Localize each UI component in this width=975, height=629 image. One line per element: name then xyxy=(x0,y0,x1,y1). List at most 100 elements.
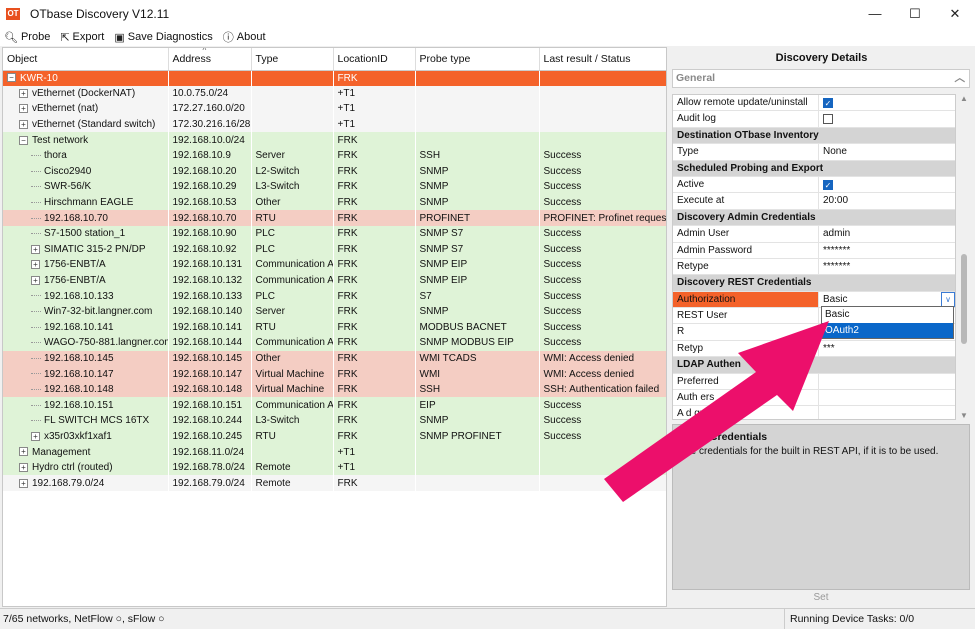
property-value[interactable]: admin xyxy=(819,226,955,241)
table-row[interactable]: 192.168.10.148 192.168.10.148 Virtual Mach… xyxy=(3,381,666,398)
table-row[interactable]: +1756-ENBT/A 192.168.10.131 Communication … xyxy=(3,257,666,273)
property-row[interactable]: Admin User admin xyxy=(673,226,955,243)
table-row[interactable]: − Test network 192.168.10.0/24 FRK xyxy=(3,132,666,148)
cell-status xyxy=(539,444,666,460)
expand-icon[interactable]: + xyxy=(31,431,40,441)
property-value[interactable]: ✓ xyxy=(819,95,955,110)
cell-address: 192.168.10.9 xyxy=(168,147,252,164)
property-value[interactable] xyxy=(819,374,955,389)
property-row[interactable]: Admin Password ******* xyxy=(673,242,955,259)
table-row[interactable]: + x35r03xkf1xaf1 192.168.10.245 RTU FRK SNMP … xyxy=(3,428,666,445)
checkbox-checked[interactable]: ✓ xyxy=(823,98,833,108)
about-button[interactable]: ⓘ About xyxy=(223,29,266,45)
property-value[interactable]: 20:00 xyxy=(819,193,955,208)
scroll-up-icon[interactable]: ▲ xyxy=(960,94,968,103)
table-row[interactable]: 192.168.10.141 192.168.10.141 RTU FRK MODBUS… xyxy=(3,319,666,336)
table-row[interactable]: + vEthernet (DockerNAT) 10.0.75.0/24 +T1 xyxy=(3,85,666,102)
expand-icon[interactable]: + xyxy=(31,244,40,254)
table-row[interactable]: SWR-56/K 192.168.10.29 L3-Switch FRK SNMP Suc… xyxy=(3,179,666,195)
table-row[interactable]: + vEthernet (nat) 172.27.160.0/20 +T1 xyxy=(3,101,666,117)
property-row[interactable]: Retype ******* xyxy=(673,258,955,276)
dropdown-option-oauth2[interactable]: OAuth2 xyxy=(822,322,953,338)
column-header-location[interactable]: LocationID xyxy=(333,48,416,71)
property-value[interactable]: Basic ∨ xyxy=(819,291,955,307)
table-row[interactable]: thora 192.168.10.9 Server FRK SSH Success xyxy=(3,147,666,164)
table-row[interactable]: + SIMATIC 315-2 PN/DP 192.168.10.92 PLC FRK S… xyxy=(3,241,666,258)
property-value[interactable] xyxy=(819,111,955,126)
property-row[interactable]: A d groups xyxy=(673,406,955,419)
table-row[interactable]: Win7-32-bit.langner.com 192.168.10.140 Ser… xyxy=(3,303,666,320)
property-value[interactable]: None xyxy=(819,144,955,159)
property-row[interactable]: Allow remote update/uninstall ✓ xyxy=(673,95,955,112)
expand-icon[interactable]: + xyxy=(19,119,28,129)
property-row[interactable]: Type None xyxy=(673,144,955,161)
table-row[interactable]: +192.168.79.0/24 192.168.79.0/24 Remote FRK xyxy=(3,475,666,492)
column-header-type[interactable]: Type xyxy=(251,48,334,71)
expand-icon[interactable]: + xyxy=(31,260,40,270)
property-row[interactable]: Retyp *** xyxy=(673,340,955,358)
checkbox-checked[interactable]: ✓ xyxy=(823,179,833,190)
table-row[interactable]: +1756-ENBT/A 192.168.10.132 Communication … xyxy=(3,272,666,289)
column-header-object[interactable]: Object xyxy=(3,48,169,71)
property-category[interactable]: Discovery REST Credentials xyxy=(673,275,955,292)
checkbox-unchecked[interactable] xyxy=(823,114,833,125)
property-category[interactable]: Scheduled Probing and Export xyxy=(673,160,955,177)
expand-icon[interactable]: + xyxy=(19,478,28,488)
tree-line xyxy=(31,170,41,172)
table-row[interactable]: WAGO-750-881.langner.com 192.168.10.144 Co… xyxy=(3,335,666,351)
dropdown-option-basic[interactable]: Basic xyxy=(822,307,953,323)
table-row[interactable]: FL SWITCH MCS 16TX 192.168.10.244 L3-Switc… xyxy=(3,413,666,429)
table-row[interactable]: Cisco2940 192.168.10.20 L2-Switch FRK SNMP Su… xyxy=(3,163,666,180)
property-value[interactable]: ******* xyxy=(819,243,955,258)
general-section-selector[interactable]: General ︿ xyxy=(672,69,970,88)
property-row[interactable]: Preferred xyxy=(673,373,955,391)
column-header-status[interactable]: Last result / Status xyxy=(539,48,666,71)
table-row[interactable]: + vEthernet (Standard switch) 172.30.216.1… xyxy=(3,116,666,133)
collapse-icon[interactable]: − xyxy=(7,73,16,83)
probe-button[interactable]: 🔍︎ Probe xyxy=(4,31,50,44)
table-row[interactable]: S7-1500 station_1 192.168.10.90 PLC FRK SNMP… xyxy=(3,225,666,242)
expand-icon[interactable]: + xyxy=(19,104,28,114)
table-row[interactable]: + Hydro ctrl (routed) 192.168.78.0/24 Remot… xyxy=(3,459,666,476)
expand-icon[interactable]: + xyxy=(19,447,28,457)
set-button[interactable]: Set xyxy=(672,592,970,606)
property-value-text: None xyxy=(823,146,847,158)
collapse-icon[interactable]: − xyxy=(19,135,28,145)
close-button[interactable]: ✕ xyxy=(935,0,975,28)
column-header-address[interactable]: Address ^ xyxy=(168,48,252,71)
property-value[interactable]: ******* xyxy=(819,259,955,274)
property-row[interactable]: Active ✓ xyxy=(673,176,955,194)
property-value[interactable] xyxy=(819,406,955,419)
expand-icon[interactable]: + xyxy=(19,463,28,472)
property-category[interactable]: LDAP Authen xyxy=(673,357,955,374)
property-value[interactable] xyxy=(819,390,955,405)
cell-object: + vEthernet (DockerNAT) xyxy=(3,85,169,102)
table-row[interactable]: + Management 192.168.11.0/24 +T1 xyxy=(3,444,666,460)
expand-icon[interactable]: + xyxy=(31,275,40,285)
cell-probe: SNMP S7 xyxy=(415,225,540,242)
property-scrollbar[interactable]: ▲ ▼ xyxy=(958,94,971,420)
property-row[interactable]: Auth ers xyxy=(673,390,955,407)
table-row[interactable]: Hirschmann EAGLE 192.168.10.53 Other FRK SNM… xyxy=(3,194,666,211)
expand-icon[interactable]: + xyxy=(19,88,28,98)
table-row[interactable]: 192.168.10.133 192.168.10.133 PLC FRK S7 Succ… xyxy=(3,288,666,304)
property-category[interactable]: Destination OTbase Inventory xyxy=(673,127,955,145)
table-row[interactable]: − KWR-10 FRK xyxy=(3,70,666,86)
property-value[interactable]: *** xyxy=(819,341,955,356)
minimize-button[interactable]: — xyxy=(855,0,895,28)
table-row[interactable]: 192.168.10.145 192.168.10.145 Other FRK WMI … xyxy=(3,350,666,367)
scrollbar-thumb[interactable] xyxy=(961,254,967,344)
scroll-down-icon[interactable]: ▼ xyxy=(960,411,968,420)
table-row[interactable]: 192.168.10.151 192.168.10.151 Communicatio… xyxy=(3,397,666,414)
property-value[interactable]: ✓ xyxy=(819,177,955,192)
column-header-probe-type[interactable]: Probe type xyxy=(415,48,540,71)
property-row[interactable]: Execute at 20:00 xyxy=(673,193,955,210)
maximize-button[interactable]: ☐ xyxy=(895,0,935,28)
save-diagnostics-button[interactable]: ▣ Save Diagnostics xyxy=(114,31,212,44)
property-category[interactable]: Discovery Admin Credentials xyxy=(673,209,955,227)
dropdown-chevron-icon[interactable]: ∨ xyxy=(941,291,955,307)
property-row[interactable]: Audit log xyxy=(673,111,955,128)
table-row[interactable]: 192.168.10.70 192.168.10.70 RTU FRK PROFINET… xyxy=(3,210,666,226)
table-row[interactable]: 192.168.10.147 192.168.10.147 Virtual Mach… xyxy=(3,366,666,382)
export-button[interactable]: ⇱ Export xyxy=(60,31,104,44)
